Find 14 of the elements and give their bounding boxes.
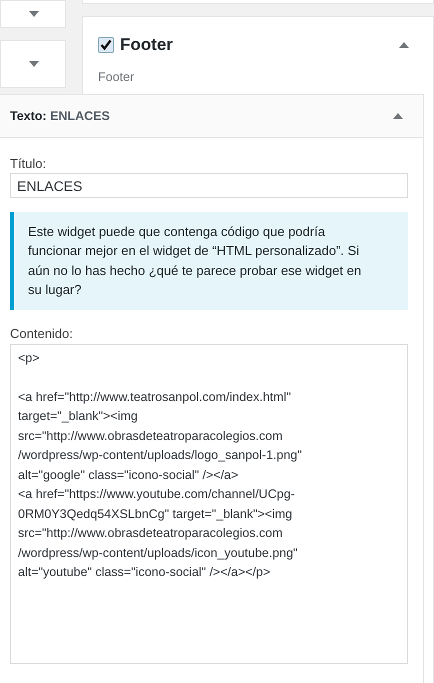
sidebar-description: Footer xyxy=(98,68,136,86)
info-notice: Este widget puede que contenga código que podría funcionar mejor en el widget de “HTML personalizado”. Si aún no lo has hecho ¿qué te parece probar ese widget en su lugar? xyxy=(10,212,408,310)
caret-icon[interactable] xyxy=(393,113,403,119)
field-label: Título: xyxy=(10,156,48,172)
title-input[interactable]: ENLACES xyxy=(10,173,408,198)
caret-icon[interactable] xyxy=(29,11,39,17)
field-label: Contenido: xyxy=(10,326,74,342)
widget-title: Texto: ENLACES xyxy=(10,108,111,125)
widget-header[interactable]: Texto: ENLACES xyxy=(0,95,423,138)
caret-icon[interactable] xyxy=(29,61,39,67)
sidebar-title: Footer xyxy=(120,34,174,56)
content-textarea[interactable]: <p> <a href="http://www.teatrosanpol.com/index.html" target="_blank"><img src="http://www.obrasdeteatroparacolegios.com /wordpress/wp-content/uploads/logo_sanpol-1.png" alt="google" class="icono-social" /></a> <a href="https://www.youtube.com/channel/UCpg- 0RM0Y3Qedq54XSLbnCg" target="_blank"><img src="http://www.obrasdeteatroparacolegios.com /wordpress/wp-content/uploads/icon_youtube.png" alt="youtube" class="icono-social" /></a></p> xyxy=(10,344,408,664)
caret-icon[interactable] xyxy=(399,42,409,48)
checkbox[interactable] xyxy=(98,36,114,53)
